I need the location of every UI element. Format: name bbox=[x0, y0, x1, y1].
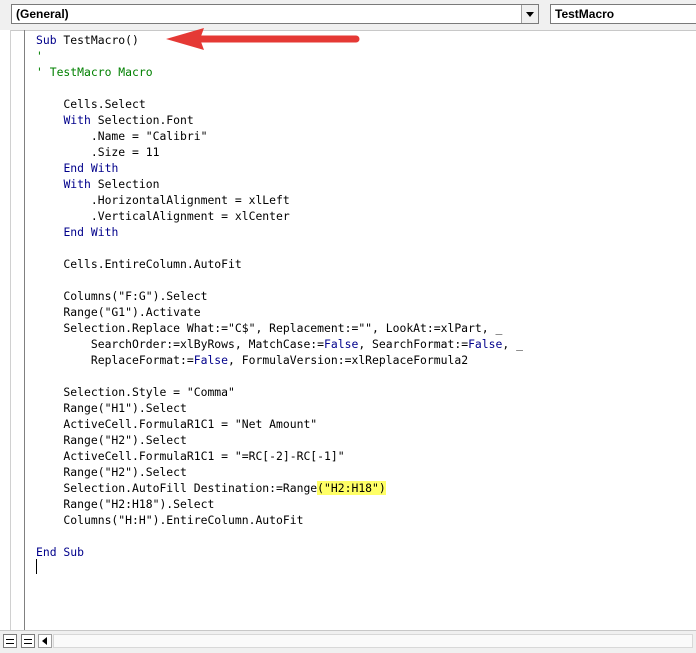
code-line: Range("H2").Select bbox=[36, 464, 523, 480]
code-line: Cells.EntireColumn.AutoFit bbox=[36, 256, 523, 272]
code-token: .VerticalAlignment = xlCenter bbox=[36, 209, 290, 223]
scroll-left-button[interactable] bbox=[38, 634, 52, 648]
code-token: Range("H2").Select bbox=[36, 465, 187, 479]
code-token: End With bbox=[63, 161, 119, 175]
code-token: Selection bbox=[90, 177, 160, 191]
code-line: .VerticalAlignment = xlCenter bbox=[36, 208, 523, 224]
code-token: ReplaceFormat:= bbox=[36, 353, 194, 367]
code-token: With bbox=[63, 177, 91, 191]
code-token: False bbox=[468, 337, 503, 351]
code-token: Columns("F:G").Select bbox=[36, 289, 208, 303]
code-token: Selection.AutoFill Destination:=Range bbox=[36, 481, 318, 495]
left-gutter bbox=[0, 30, 11, 630]
code-token: .Name = "Calibri" bbox=[36, 129, 208, 143]
code-line: With Selection.Font bbox=[36, 112, 523, 128]
code-token: False bbox=[324, 337, 359, 351]
code-line: Cells.Select bbox=[36, 96, 523, 112]
code-token: Range("H2:H18").Select bbox=[36, 497, 215, 511]
code-line: Range("H1").Select bbox=[36, 400, 523, 416]
horizontal-scrollbar[interactable] bbox=[53, 634, 693, 648]
code-token: False bbox=[193, 353, 229, 367]
code-line: Columns("H:H").EntireColumn.AutoFit bbox=[36, 512, 523, 528]
code-line: SearchOrder:=xlByRows, MatchCase:=False,… bbox=[36, 336, 523, 352]
chevron-down-icon[interactable] bbox=[521, 5, 538, 23]
code-token: End With bbox=[63, 225, 119, 239]
code-token: Cells.EntireColumn.AutoFit bbox=[36, 257, 242, 271]
code-line: End With bbox=[36, 160, 523, 176]
red-arrow-icon bbox=[166, 28, 360, 50]
code-line: Range("H2:H18").Select bbox=[36, 496, 523, 512]
code-token: ' bbox=[36, 49, 43, 63]
code-line: End Sub bbox=[36, 544, 523, 560]
procedure-dropdown[interactable]: TestMacro bbox=[550, 4, 696, 24]
code-editor[interactable]: Sub TestMacro() ' ' TestMacro Macro Cells.… bbox=[0, 30, 696, 630]
code-line: Selection.AutoFill Destination:=Range("H… bbox=[36, 480, 523, 496]
code-token: SearchOrder:=xlByRows, MatchCase:= bbox=[36, 337, 325, 351]
code-token: .HorizontalAlignment = xlLeft bbox=[36, 193, 290, 207]
code-token: TestMacro() bbox=[56, 33, 139, 47]
code-line: Range("H2").Select bbox=[36, 432, 523, 448]
code-token: ActiveCell.FormulaR1C1 = "Net Amount" bbox=[36, 417, 318, 431]
code-token: , FormulaVersion:=xlReplaceFormula2 bbox=[228, 353, 469, 367]
code-token: .Size = 11 bbox=[36, 145, 160, 159]
code-token: Range("H2").Select bbox=[36, 433, 187, 447]
code-line: Selection.Replace What:="C$", Replacemen… bbox=[36, 320, 523, 336]
object-dropdown-value: (General) bbox=[16, 7, 69, 21]
margin-indicator-bar bbox=[24, 30, 25, 630]
code-token: Range("H1").Select bbox=[36, 401, 187, 415]
code-line: ReplaceFormat:=False, FormulaVersion:=xl… bbox=[36, 352, 523, 368]
code-line: End With bbox=[36, 224, 523, 240]
code-token: Selection.Style = "Comma" bbox=[36, 385, 235, 399]
code-token: Range("G1").Activate bbox=[36, 305, 201, 319]
code-window-statusbar bbox=[0, 630, 696, 653]
code-token: End Sub bbox=[36, 545, 85, 559]
code-line: ActiveCell.FormulaR1C1 = "Net Amount" bbox=[36, 416, 523, 432]
code-line: Selection.Style = "Comma" bbox=[36, 384, 523, 400]
code-token: With bbox=[63, 113, 91, 127]
procedure-dropdown-value: TestMacro bbox=[555, 7, 615, 21]
code-text[interactable]: Sub TestMacro() ' ' TestMacro Macro Cells.… bbox=[36, 32, 523, 560]
code-token: , SearchFormat:= bbox=[358, 337, 469, 351]
code-line: .Name = "Calibri" bbox=[36, 128, 523, 144]
code-line: ActiveCell.FormulaR1C1 = "=RC[-2]-RC[-1]… bbox=[36, 448, 523, 464]
full-module-view-icon[interactable] bbox=[21, 634, 35, 648]
object-dropdown[interactable]: (General) bbox=[11, 4, 539, 24]
code-window-toolbar: (General) TestMacro bbox=[0, 0, 696, 31]
code-line: Columns("F:G").Select bbox=[36, 288, 523, 304]
code-line: .HorizontalAlignment = xlLeft bbox=[36, 192, 523, 208]
code-token: Columns("H:H").EntireColumn.AutoFit bbox=[36, 513, 304, 527]
code-token: Sub bbox=[36, 33, 57, 47]
highlighted-range-text: ("H2:H18") bbox=[317, 481, 386, 495]
code-token: ActiveCell.FormulaR1C1 = "=RC[-2]-RC[-1]… bbox=[36, 449, 345, 463]
code-line: With Selection bbox=[36, 176, 523, 192]
code-line: Range("G1").Activate bbox=[36, 304, 523, 320]
text-caret bbox=[36, 559, 37, 574]
code-token: Selection.Font bbox=[90, 113, 194, 127]
code-token: Selection.Replace What:="C$", Replacemen… bbox=[36, 321, 503, 335]
code-line: ' TestMacro Macro bbox=[36, 64, 523, 80]
code-token: ' TestMacro Macro bbox=[36, 65, 153, 79]
code-line: .Size = 11 bbox=[36, 144, 523, 160]
code-token: , _ bbox=[502, 337, 523, 351]
code-token: Cells.Select bbox=[36, 97, 146, 111]
procedure-view-icon[interactable] bbox=[3, 634, 17, 648]
